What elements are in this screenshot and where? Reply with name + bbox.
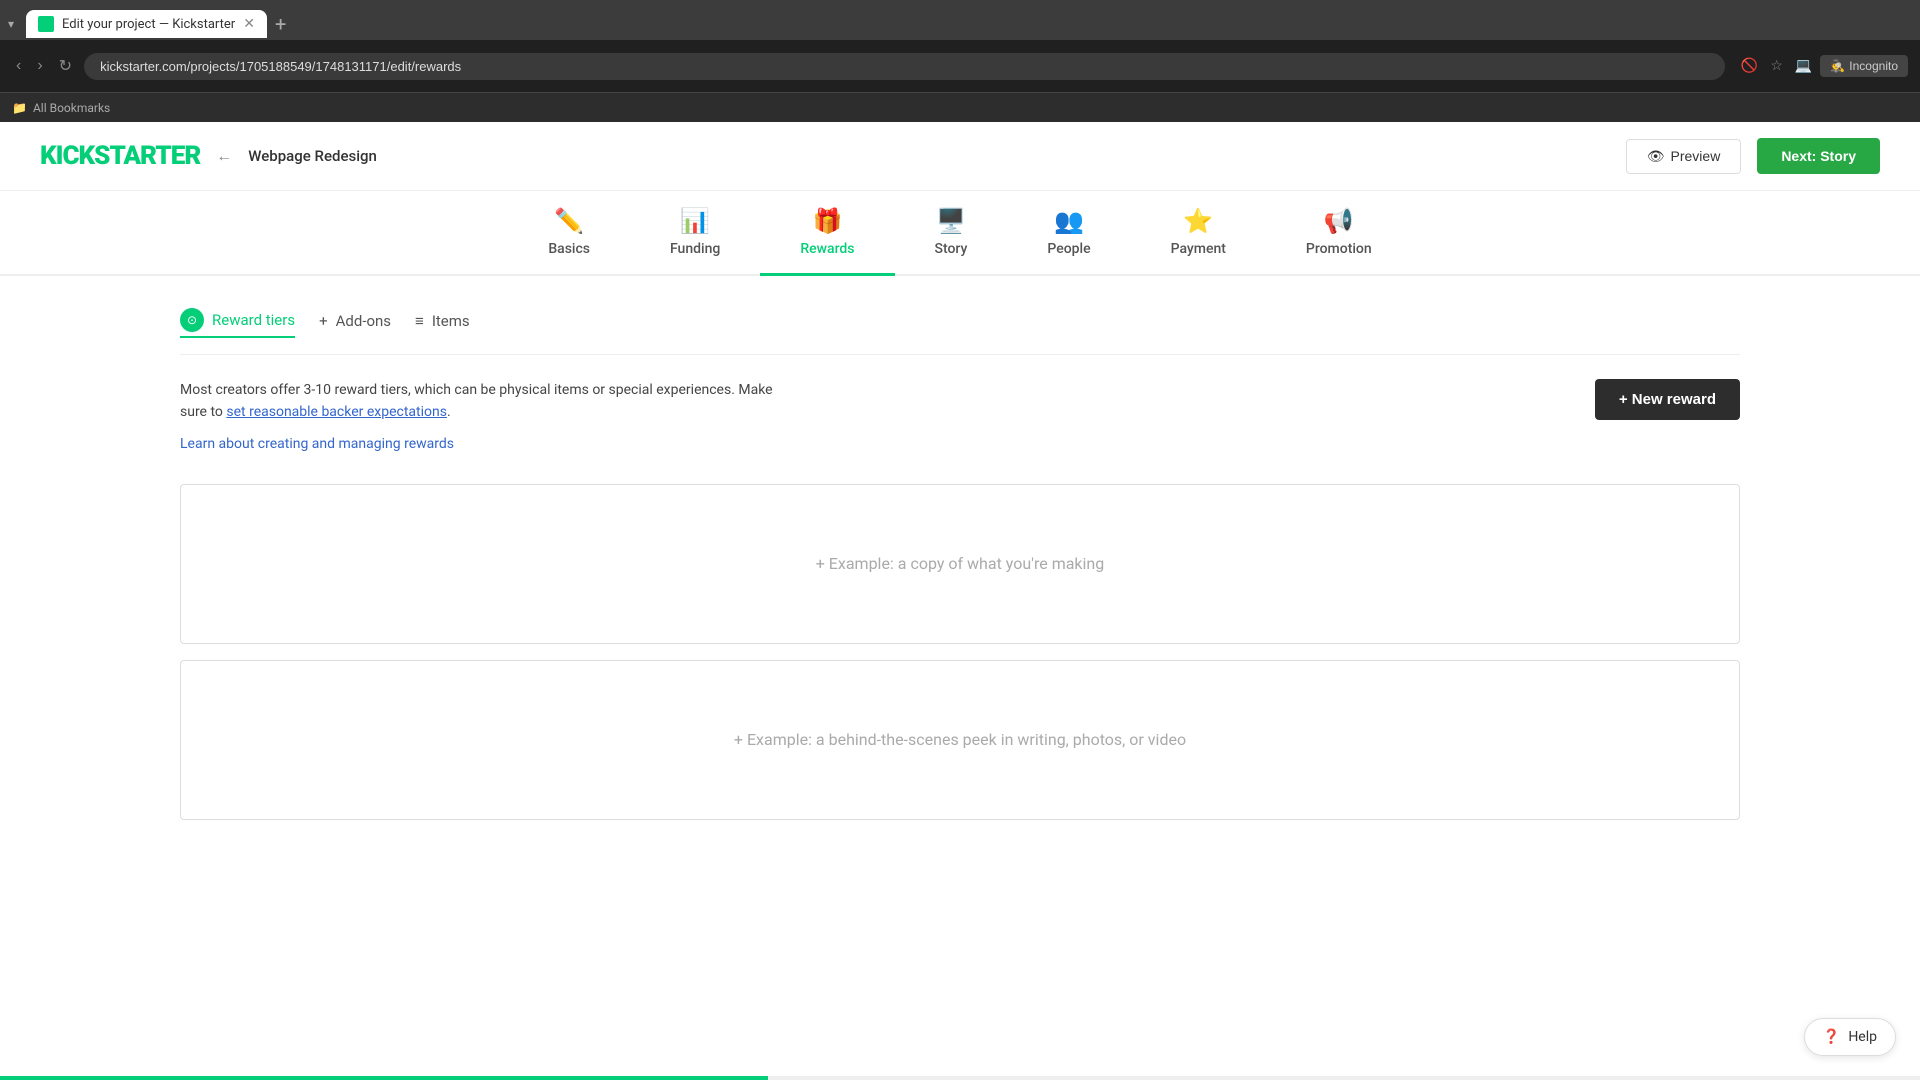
basics-label: Basics bbox=[548, 241, 590, 257]
preview-icon: 👁 bbox=[1647, 148, 1665, 165]
tab-close-icon[interactable]: ✕ bbox=[243, 16, 255, 32]
incognito-icon: 🕵 bbox=[1830, 59, 1845, 73]
tab-story[interactable]: 🖥️ Story bbox=[895, 191, 1008, 276]
incognito-button[interactable]: 🕵 Incognito bbox=[1820, 55, 1908, 77]
description-area: Most creators offer 3-10 reward tiers, w… bbox=[180, 379, 1740, 452]
items-label: Items bbox=[432, 312, 470, 330]
description-block: Most creators offer 3-10 reward tiers, w… bbox=[180, 379, 780, 452]
address-input[interactable] bbox=[84, 53, 1725, 80]
promotion-icon: 📢 bbox=[1324, 207, 1354, 235]
sub-nav-add-ons[interactable]: + Add-ons bbox=[319, 312, 391, 334]
device-icon[interactable]: 💻 bbox=[1795, 58, 1812, 74]
breadcrumb-separator: ← bbox=[216, 146, 232, 166]
people-label: People bbox=[1047, 241, 1090, 257]
header-right: 👁 Preview Next: Story bbox=[1626, 138, 1880, 174]
help-button[interactable]: ❓ Help bbox=[1804, 1018, 1896, 1056]
help-label: Help bbox=[1848, 1029, 1877, 1045]
camera-off-icon[interactable]: 🚫 bbox=[1741, 58, 1758, 74]
tab-funding[interactable]: 📊 Funding bbox=[630, 191, 760, 276]
add-ons-label: Add-ons bbox=[336, 312, 391, 330]
progress-bar-container bbox=[0, 1076, 1920, 1080]
preview-label: Preview bbox=[1671, 148, 1721, 164]
items-prefix: ≡ bbox=[415, 312, 424, 330]
tab-promotion[interactable]: 📢 Promotion bbox=[1266, 191, 1412, 276]
sub-nav-reward-tiers[interactable]: ⊙ Reward tiers bbox=[180, 308, 295, 338]
reward-tiers-icon: ⊙ bbox=[180, 308, 204, 332]
new-reward-button[interactable]: + New reward bbox=[1595, 379, 1740, 420]
backer-expectations-link[interactable]: set reasonable backer expectations bbox=[226, 404, 447, 420]
tab-dropdown-icon[interactable]: ▾ bbox=[8, 17, 14, 31]
new-tab-button[interactable]: + bbox=[271, 12, 290, 36]
browser-chrome: ▾ Edit your project — Kickstarter ✕ + ‹ … bbox=[0, 0, 1920, 122]
active-tab[interactable]: Edit your project — Kickstarter ✕ bbox=[26, 10, 267, 38]
back-button[interactable]: ‹ bbox=[12, 53, 25, 79]
forward-button[interactable]: › bbox=[33, 53, 46, 79]
address-bar: ‹ › ↻ 🚫 ☆ 💻 🕵 Incognito bbox=[0, 40, 1920, 92]
sub-nav-items[interactable]: ≡ Items bbox=[415, 312, 470, 334]
bookmarks-bar: 📁 All Bookmarks bbox=[0, 92, 1920, 122]
tab-payment[interactable]: ⭐ Payment bbox=[1131, 191, 1266, 276]
reward-tiers-label: Reward tiers bbox=[212, 311, 295, 329]
progress-bar-fill bbox=[0, 1076, 768, 1080]
reward-card-1-label: + Example: a copy of what you're making bbox=[816, 554, 1105, 573]
reward-card-2-label: + Example: a behind-the-scenes peek in w… bbox=[734, 730, 1186, 749]
reload-button[interactable]: ↻ bbox=[55, 52, 76, 80]
people-icon: 👥 bbox=[1054, 207, 1084, 235]
header-left: KICKSTARTER ← Webpage Redesign bbox=[40, 141, 377, 171]
reward-card-2[interactable]: + Example: a behind-the-scenes peek in w… bbox=[180, 660, 1740, 820]
rewards-label: Rewards bbox=[800, 241, 854, 257]
help-circle-icon: ❓ bbox=[1823, 1029, 1840, 1045]
learn-link[interactable]: Learn about creating and managing reward… bbox=[180, 436, 780, 452]
rewards-icon: 🎁 bbox=[812, 207, 842, 235]
tab-basics[interactable]: ✏️ Basics bbox=[508, 191, 630, 276]
tab-label: Edit your project — Kickstarter bbox=[62, 17, 235, 32]
sub-nav: ⊙ Reward tiers + Add-ons ≡ Items bbox=[180, 308, 1740, 355]
preview-button[interactable]: 👁 Preview bbox=[1626, 139, 1742, 174]
project-name: Webpage Redesign bbox=[248, 147, 377, 165]
next-button[interactable]: Next: Story bbox=[1757, 138, 1880, 174]
bookmarks-folder-icon: 📁 bbox=[12, 101, 27, 115]
promotion-label: Promotion bbox=[1306, 241, 1372, 257]
tab-people[interactable]: 👥 People bbox=[1007, 191, 1130, 276]
basics-icon: ✏️ bbox=[554, 207, 584, 235]
kickstarter-logo: KICKSTARTER bbox=[40, 141, 200, 171]
page-header: KICKSTARTER ← Webpage Redesign 👁 Preview… bbox=[0, 122, 1920, 191]
reward-card-1[interactable]: + Example: a copy of what you're making bbox=[180, 484, 1740, 644]
payment-icon: ⭐ bbox=[1183, 207, 1213, 235]
tab-bar: ▾ Edit your project — Kickstarter ✕ + bbox=[0, 0, 1920, 40]
main-content: ⊙ Reward tiers + Add-ons ≡ Items Most cr… bbox=[0, 276, 1920, 868]
tab-favicon bbox=[38, 16, 54, 32]
add-ons-prefix: + bbox=[319, 312, 328, 330]
story-label: Story bbox=[935, 241, 968, 257]
funding-label: Funding bbox=[670, 241, 720, 257]
funding-icon: 📊 bbox=[680, 207, 710, 235]
toolbar-icons: 🚫 ☆ 💻 bbox=[1741, 58, 1812, 74]
incognito-label: Incognito bbox=[1849, 59, 1898, 73]
description-text: Most creators offer 3-10 reward tiers, w… bbox=[180, 379, 780, 424]
bookmark-icon[interactable]: ☆ bbox=[1770, 58, 1783, 74]
payment-label: Payment bbox=[1171, 241, 1226, 257]
story-icon: 🖥️ bbox=[936, 207, 966, 235]
nav-tabs: ✏️ Basics 📊 Funding 🎁 Rewards 🖥️ Story 👥… bbox=[0, 191, 1920, 276]
page: KICKSTARTER ← Webpage Redesign 👁 Preview… bbox=[0, 122, 1920, 960]
tab-rewards[interactable]: 🎁 Rewards bbox=[760, 191, 894, 276]
bookmarks-label: All Bookmarks bbox=[33, 101, 110, 115]
